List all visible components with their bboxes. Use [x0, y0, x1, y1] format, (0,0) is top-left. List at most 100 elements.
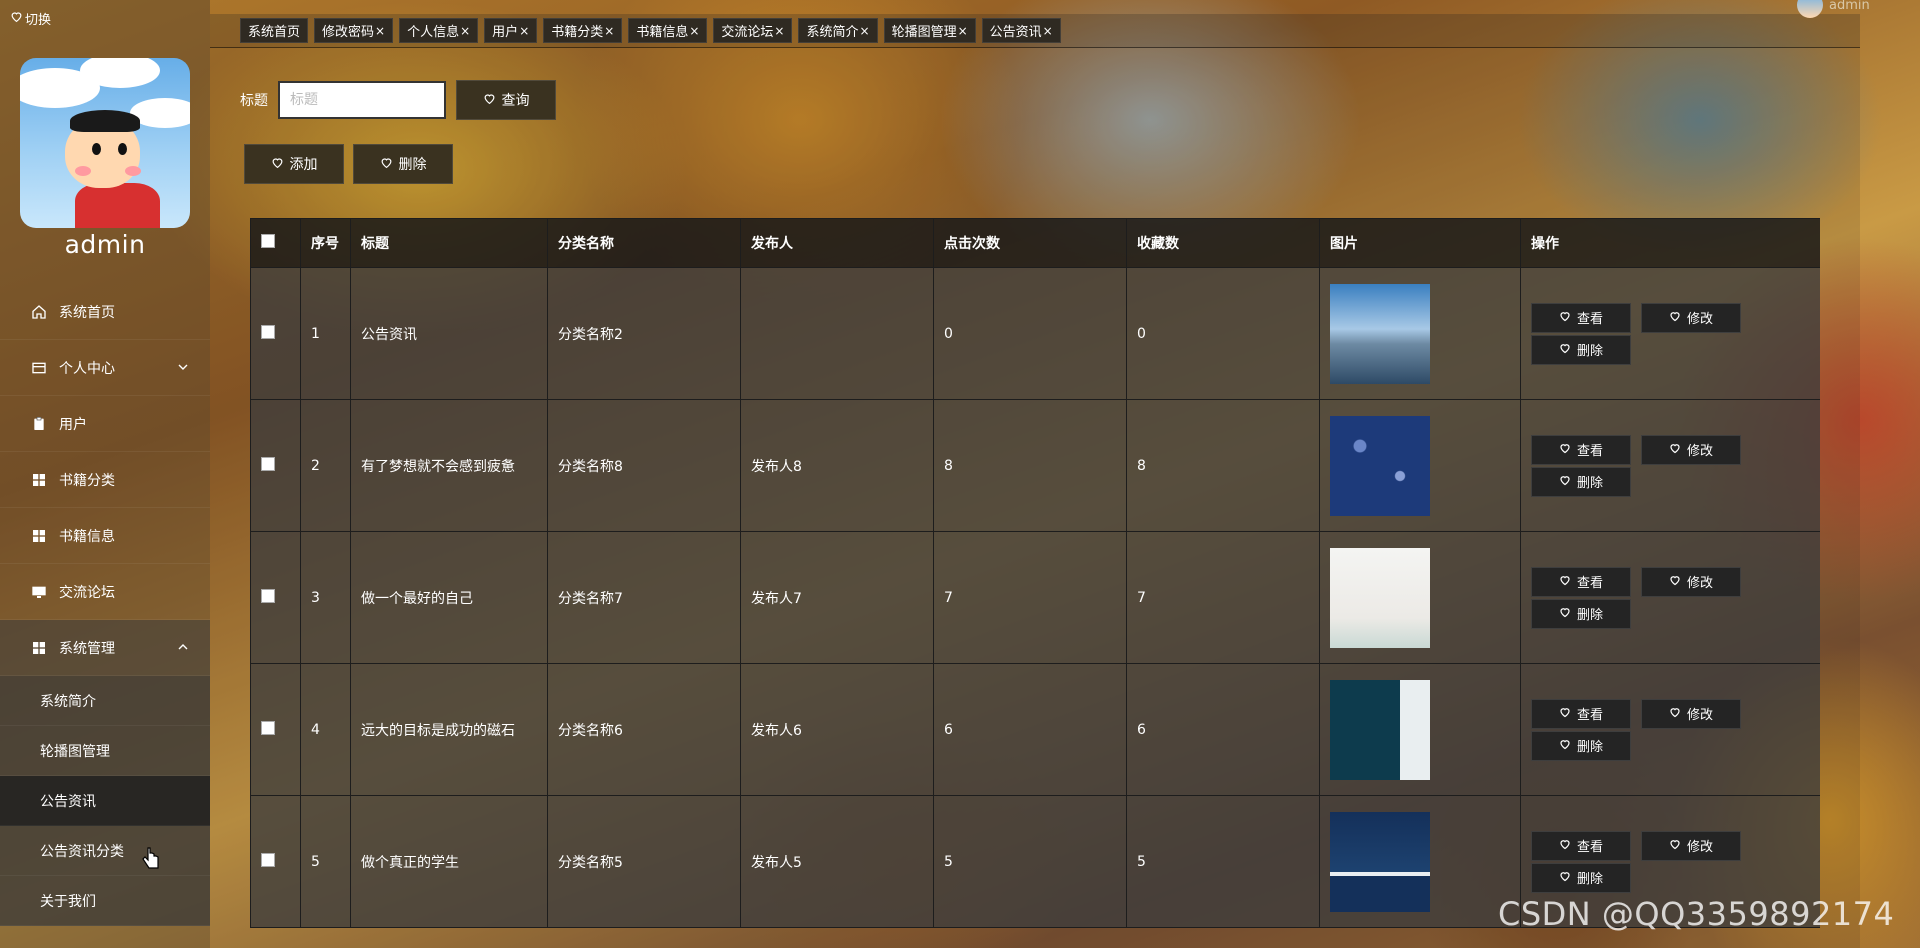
edit-button[interactable]: 修改: [1641, 698, 1741, 729]
submenu-item-about-us[interactable]: 关于我们: [0, 876, 210, 926]
row-checkbox[interactable]: [261, 324, 275, 339]
delete-button[interactable]: 删除: [1531, 862, 1631, 893]
row-thumbnail: [1330, 811, 1430, 912]
close-icon[interactable]: ×: [1043, 24, 1053, 38]
close-icon[interactable]: ×: [774, 24, 784, 38]
watermark: CSDN @QQ3359892174: [1498, 895, 1895, 933]
delete-button[interactable]: 删除: [1531, 598, 1631, 629]
tab-label: 交流论坛: [721, 25, 774, 40]
clipboard-icon: [30, 415, 48, 433]
sidebar-item-system-management[interactable]: 系统管理: [0, 620, 210, 676]
edit-button[interactable]: 修改: [1641, 830, 1741, 861]
grid-icon: [30, 471, 48, 489]
row-actions: 查看 修改 删除: [1520, 531, 1820, 664]
close-icon[interactable]: ×: [460, 24, 470, 38]
row-actions: 查看 修改 删除: [1520, 399, 1820, 532]
user-menu[interactable]: admin: [1797, 0, 1870, 26]
tab-item[interactable]: 公告资讯 ×: [981, 18, 1061, 43]
tab-item[interactable]: 书籍分类 ×: [543, 18, 623, 43]
heart-icon: [1559, 574, 1571, 590]
tab-item[interactable]: 用户 ×: [484, 18, 538, 43]
op-label: 查看: [1576, 576, 1603, 591]
bulk-delete-button[interactable]: 删除: [353, 144, 453, 184]
row-category: 分类名称6: [547, 663, 741, 796]
delete-button[interactable]: 删除: [1531, 466, 1631, 497]
table-row: 3 做一个最好的自己 分类名称7 发布人7 7 7 查看 修改 删除: [250, 531, 1820, 664]
table-row: 4 远大的目标是成功的磁石 分类名称6 发布人6 6 6 查看 修改 删除: [250, 663, 1820, 796]
tab-item[interactable]: 系统首页: [240, 18, 309, 43]
grid-icon: [30, 527, 48, 545]
close-icon[interactable]: ×: [958, 24, 968, 38]
sidebar-item-label: 系统管理: [59, 640, 115, 657]
submenu-item-announcement-categories[interactable]: 公告资讯分类: [0, 826, 210, 876]
close-icon[interactable]: ×: [604, 24, 614, 38]
edit-button[interactable]: 修改: [1641, 566, 1741, 597]
grid-icon: [30, 639, 48, 657]
sidebar-item-forum[interactable]: 交流论坛: [0, 564, 210, 620]
op-label: 查看: [1576, 840, 1603, 855]
view-button[interactable]: 查看: [1531, 830, 1631, 861]
system-submenu: 系统简介 轮播图管理 公告资讯 公告资讯分类 关于我们: [0, 676, 210, 926]
column-header: 分类名称: [547, 218, 741, 268]
tab-item[interactable]: 个人信息 ×: [399, 18, 479, 43]
op-label: 查看: [1576, 444, 1603, 459]
username: admin: [64, 230, 146, 259]
row-checkbox[interactable]: [261, 720, 275, 735]
sidebar-item-label: 书籍分类: [59, 472, 115, 489]
tab-label: 个人信息: [407, 25, 460, 40]
tab-item[interactable]: 轮播图管理 ×: [883, 18, 976, 43]
column-header: 收藏数: [1126, 218, 1320, 268]
view-button[interactable]: 查看: [1531, 434, 1631, 465]
view-button[interactable]: 查看: [1531, 566, 1631, 597]
edit-button[interactable]: 修改: [1641, 434, 1741, 465]
tab-item[interactable]: 交流论坛 ×: [713, 18, 793, 43]
sidebar: 切换 admin 系统首页 个人中心 用户 书籍分类 书籍信息 交流论坛 系统管…: [0, 0, 210, 948]
title-search-input[interactable]: [278, 81, 446, 119]
submenu-item-system-intro[interactable]: 系统简介: [0, 676, 210, 726]
delete-button[interactable]: 删除: [1531, 334, 1631, 365]
row-category: 分类名称2: [547, 267, 741, 400]
row-select-cell: [250, 663, 301, 796]
heart-icon: [1669, 310, 1681, 326]
tab-item[interactable]: 系统简介 ×: [798, 18, 878, 43]
data-table-container: 序号 标题 分类名称 发布人 点击次数 收藏数 图片 操作 1 公告资讯 分类名称2…: [250, 218, 1820, 948]
tab-item[interactable]: 书籍信息 ×: [628, 18, 708, 43]
view-button[interactable]: 查看: [1531, 302, 1631, 333]
user-avatar: [1797, 0, 1823, 18]
column-header: 序号: [300, 218, 351, 268]
sidebar-item-home[interactable]: 系统首页: [0, 284, 210, 340]
sidebar-item-book-categories[interactable]: 书籍分类: [0, 452, 210, 508]
view-button[interactable]: 查看: [1531, 698, 1631, 729]
sidebar-item-label: 用户: [59, 416, 87, 433]
sidebar-item-users[interactable]: 用户: [0, 396, 210, 452]
row-checkbox[interactable]: [261, 456, 275, 471]
tab-label: 书籍信息: [636, 25, 689, 40]
column-header: 标题: [350, 218, 548, 268]
op-label: 删除: [1576, 344, 1603, 359]
close-icon[interactable]: ×: [519, 24, 529, 38]
row-checkbox[interactable]: [261, 852, 275, 867]
switch-button[interactable]: 切换: [10, 9, 51, 28]
submenu-item-announcements[interactable]: 公告资讯: [0, 776, 210, 826]
row-checkbox[interactable]: [261, 588, 275, 603]
close-icon[interactable]: ×: [375, 24, 385, 38]
edit-button[interactable]: 修改: [1641, 302, 1741, 333]
close-icon[interactable]: ×: [860, 24, 870, 38]
heart-icon: [1559, 738, 1571, 754]
sidebar-item-book-info[interactable]: 书籍信息: [0, 508, 210, 564]
add-button[interactable]: 添加: [244, 144, 344, 184]
sidebar-item-label: 系统首页: [59, 304, 115, 321]
column-header: 点击次数: [933, 218, 1127, 268]
sidebar-item-personal-center[interactable]: 个人中心: [0, 340, 210, 396]
search-button[interactable]: 查询: [456, 80, 556, 120]
heart-icon: [1559, 442, 1571, 458]
select-all-checkbox[interactable]: [261, 234, 275, 248]
delete-button[interactable]: 删除: [1531, 730, 1631, 761]
tab-label: 系统首页: [248, 25, 301, 40]
close-icon[interactable]: ×: [689, 24, 699, 38]
column-header: 发布人: [740, 218, 934, 268]
submenu-item-carousel[interactable]: 轮播图管理: [0, 726, 210, 776]
row-number: 3: [300, 531, 351, 664]
tab-item[interactable]: 修改密码 ×: [314, 18, 394, 43]
tabs: 系统首页 修改密码 × 个人信息 × 用户 × 书籍分类 × 书籍信息 × 交流论坛 × 系统简介 × 轮播图…: [240, 18, 1061, 43]
